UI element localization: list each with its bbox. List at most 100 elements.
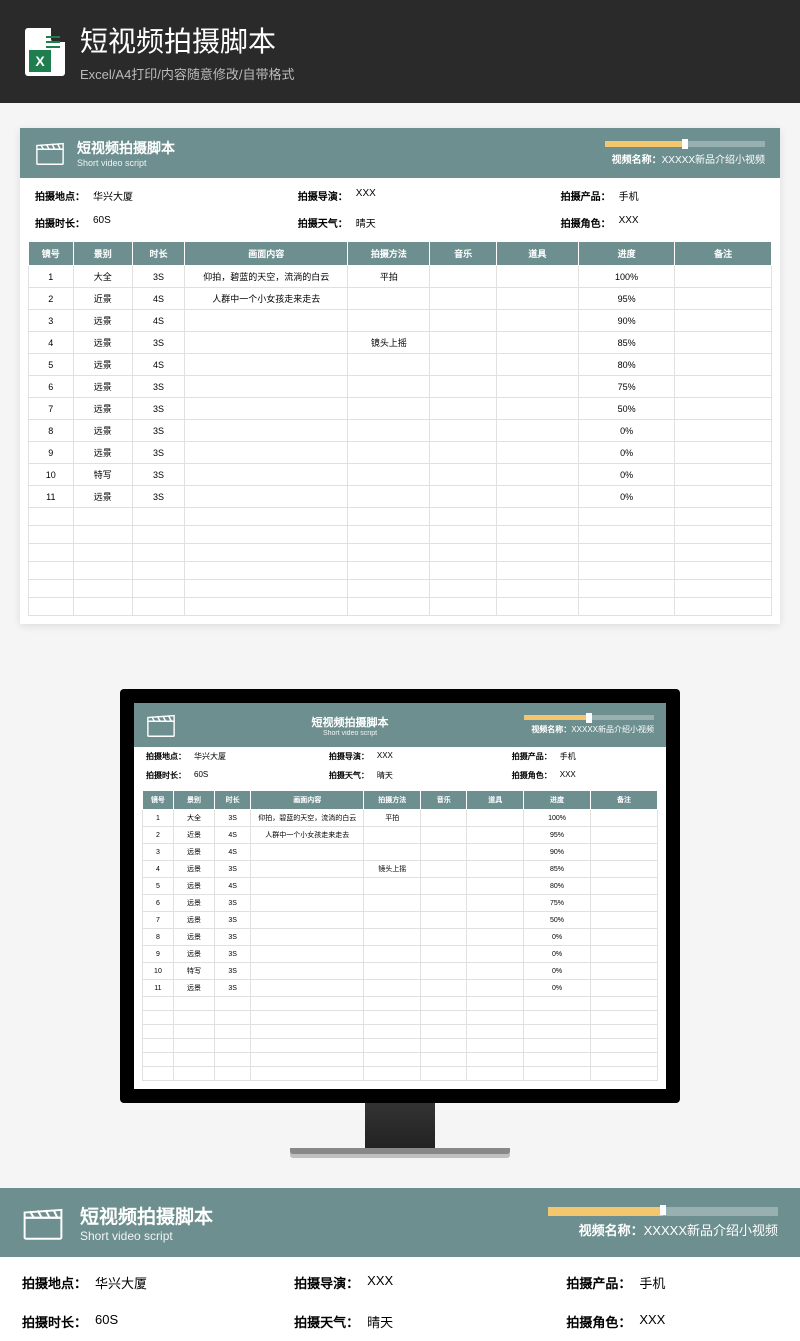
cell-content[interactable]: [251, 980, 364, 997]
cell-empty[interactable]: [364, 1053, 421, 1067]
cell-empty[interactable]: [215, 1011, 251, 1025]
cell-note[interactable]: [591, 980, 658, 997]
cell-empty[interactable]: [524, 1067, 591, 1081]
cell-empty[interactable]: [143, 997, 174, 1011]
cell-empty[interactable]: [29, 598, 74, 616]
cell-empty[interactable]: [430, 544, 497, 562]
cell-duration[interactable]: 3S: [133, 398, 185, 420]
cell-empty[interactable]: [430, 526, 497, 544]
cell-scene[interactable]: 特写: [173, 963, 214, 980]
cell-method[interactable]: [348, 398, 430, 420]
cell-content[interactable]: 人群中一个小女孩走来走去: [251, 827, 364, 844]
cell-empty[interactable]: [143, 1025, 174, 1039]
cell-duration[interactable]: 4S: [215, 827, 251, 844]
cell-num[interactable]: 3: [29, 310, 74, 332]
cell-method[interactable]: [364, 827, 421, 844]
cell-empty[interactable]: [173, 997, 214, 1011]
cell-empty[interactable]: [215, 1053, 251, 1067]
cell-num[interactable]: 11: [29, 486, 74, 508]
cell-num[interactable]: 5: [143, 878, 174, 895]
cell-scene[interactable]: 大全: [73, 266, 132, 288]
cell-empty[interactable]: [591, 1039, 658, 1053]
cell-progress[interactable]: 80%: [578, 354, 675, 376]
cell-music[interactable]: [421, 878, 467, 895]
cell-duration[interactable]: 4S: [215, 844, 251, 861]
cell-duration[interactable]: 3S: [133, 376, 185, 398]
cell-empty[interactable]: [364, 997, 421, 1011]
cell-content[interactable]: 仰拍，碧蓝的天空，流淌的白云: [185, 266, 348, 288]
cell-music[interactable]: [430, 266, 497, 288]
cell-note[interactable]: [591, 912, 658, 929]
cell-content[interactable]: [185, 486, 348, 508]
cell-scene[interactable]: 远景: [73, 310, 132, 332]
cell-empty[interactable]: [467, 1025, 524, 1039]
cell-method[interactable]: [348, 486, 430, 508]
cell-progress[interactable]: 90%: [524, 844, 591, 861]
cell-scene[interactable]: 远景: [173, 844, 214, 861]
cell-content[interactable]: [185, 332, 348, 354]
cell-music[interactable]: [421, 946, 467, 963]
cell-empty[interactable]: [251, 1039, 364, 1053]
cell-empty[interactable]: [73, 544, 132, 562]
cell-empty[interactable]: [421, 1067, 467, 1081]
cell-empty[interactable]: [185, 598, 348, 616]
cell-empty[interactable]: [364, 1039, 421, 1053]
cell-props[interactable]: [467, 980, 524, 997]
cell-empty[interactable]: [185, 562, 348, 580]
cell-scene[interactable]: 远景: [173, 929, 214, 946]
cell-props[interactable]: [467, 963, 524, 980]
cell-method[interactable]: [348, 442, 430, 464]
cell-content[interactable]: [251, 861, 364, 878]
cell-empty[interactable]: [497, 562, 579, 580]
cell-empty[interactable]: [421, 997, 467, 1011]
cell-note[interactable]: [675, 420, 772, 442]
cell-empty[interactable]: [591, 997, 658, 1011]
cell-method[interactable]: 镜头上摇: [348, 332, 430, 354]
cell-method[interactable]: [348, 464, 430, 486]
cell-scene[interactable]: 远景: [73, 376, 132, 398]
cell-empty[interactable]: [591, 1067, 658, 1081]
cell-empty[interactable]: [467, 997, 524, 1011]
cell-empty[interactable]: [348, 580, 430, 598]
cell-duration[interactable]: 3S: [133, 332, 185, 354]
cell-progress[interactable]: 90%: [578, 310, 675, 332]
cell-music[interactable]: [430, 354, 497, 376]
cell-method[interactable]: [348, 420, 430, 442]
cell-method[interactable]: [348, 376, 430, 398]
cell-num[interactable]: 1: [29, 266, 74, 288]
cell-empty[interactable]: [348, 526, 430, 544]
cell-progress[interactable]: 0%: [524, 946, 591, 963]
cell-progress[interactable]: 0%: [524, 963, 591, 980]
cell-progress[interactable]: 0%: [578, 420, 675, 442]
cell-empty[interactable]: [591, 1053, 658, 1067]
cell-props[interactable]: [467, 810, 524, 827]
cell-empty[interactable]: [467, 1067, 524, 1081]
cell-duration[interactable]: 3S: [133, 266, 185, 288]
cell-scene[interactable]: 远景: [73, 354, 132, 376]
cell-num[interactable]: 8: [29, 420, 74, 442]
cell-music[interactable]: [421, 929, 467, 946]
cell-empty[interactable]: [497, 508, 579, 526]
cell-empty[interactable]: [215, 1025, 251, 1039]
cell-progress[interactable]: 75%: [524, 895, 591, 912]
cell-empty[interactable]: [430, 580, 497, 598]
cell-note[interactable]: [591, 827, 658, 844]
cell-empty[interactable]: [29, 508, 74, 526]
cell-empty[interactable]: [467, 1011, 524, 1025]
cell-empty[interactable]: [173, 1025, 214, 1039]
cell-music[interactable]: [430, 398, 497, 420]
cell-duration[interactable]: 3S: [215, 980, 251, 997]
cell-empty[interactable]: [675, 562, 772, 580]
cell-scene[interactable]: 远景: [173, 895, 214, 912]
cell-scene[interactable]: 远景: [173, 912, 214, 929]
cell-empty[interactable]: [185, 580, 348, 598]
cell-duration[interactable]: 3S: [215, 895, 251, 912]
cell-note[interactable]: [591, 963, 658, 980]
cell-empty[interactable]: [215, 997, 251, 1011]
cell-music[interactable]: [421, 963, 467, 980]
cell-empty[interactable]: [364, 1067, 421, 1081]
cell-scene[interactable]: 远景: [173, 878, 214, 895]
cell-props[interactable]: [497, 420, 579, 442]
cell-progress[interactable]: 80%: [524, 878, 591, 895]
cell-empty[interactable]: [497, 598, 579, 616]
